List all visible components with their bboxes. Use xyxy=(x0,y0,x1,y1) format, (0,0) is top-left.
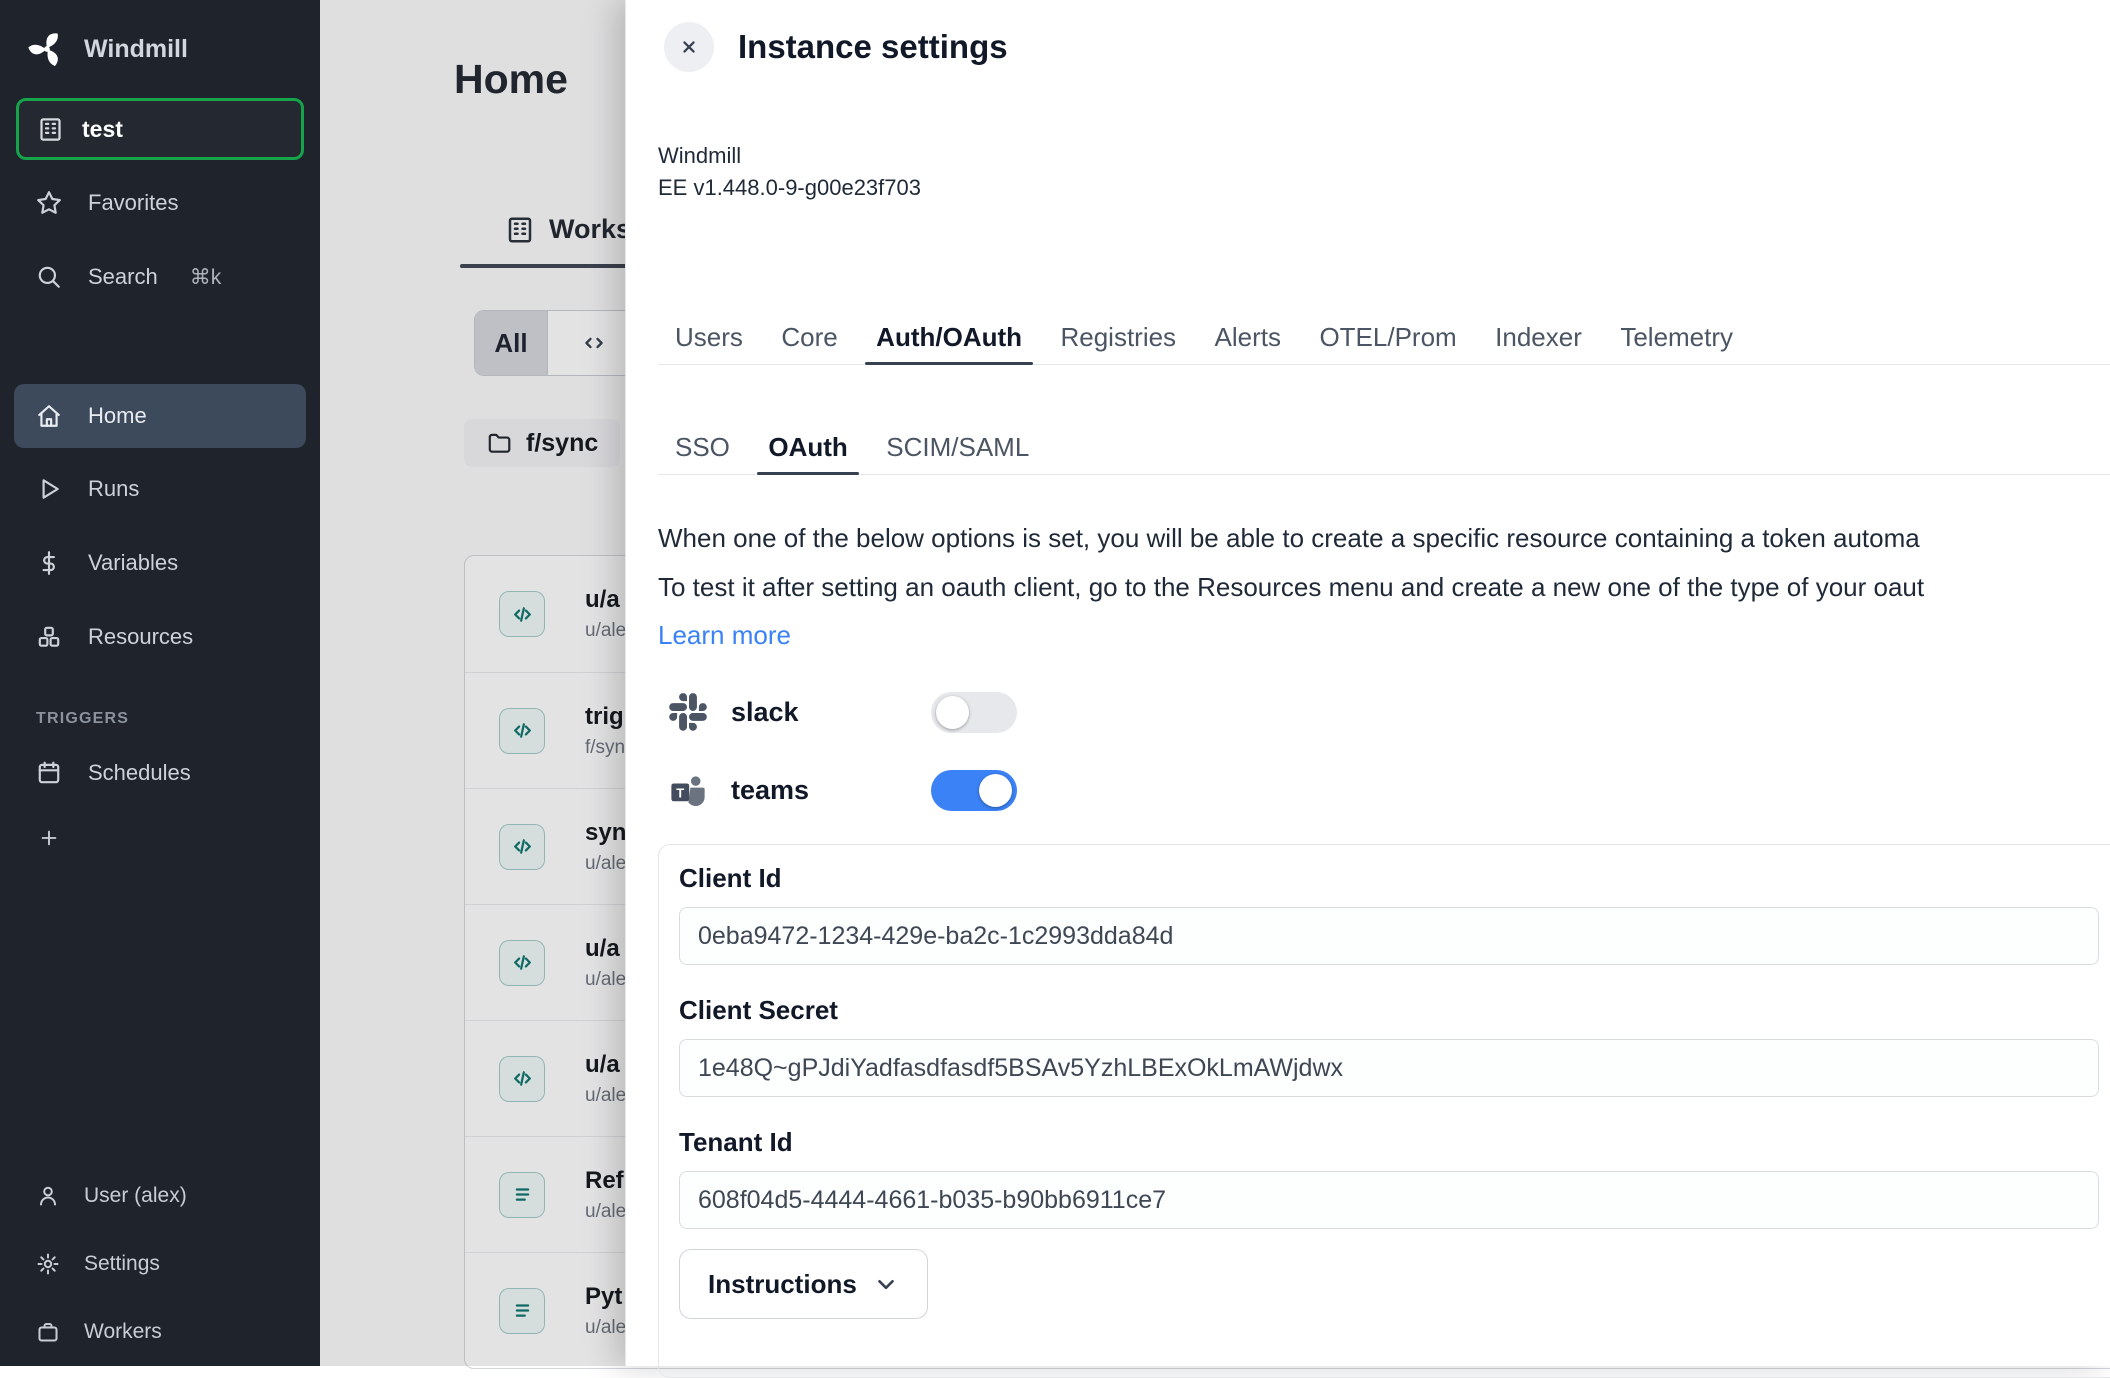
sidebar-item-variables[interactable]: Variables xyxy=(0,526,320,600)
version-block: Windmill EE v1.448.0-9-g00e23f703 xyxy=(658,140,921,204)
tab-indexer[interactable]: Indexer xyxy=(1478,322,1599,364)
subtab-sso[interactable]: SSO xyxy=(658,432,747,474)
provider-name: teams xyxy=(731,775,931,806)
chevron-down-icon xyxy=(873,1271,899,1297)
triggers-section-label: TRIGGERS xyxy=(36,710,320,728)
sidebar-item-label: Settings xyxy=(84,1252,160,1276)
calendar-icon xyxy=(36,760,62,786)
version-string: EE v1.448.0-9-g00e23f703 xyxy=(658,172,921,204)
learn-more-link[interactable]: Learn more xyxy=(658,620,791,651)
sidebar-item-label: User (alex) xyxy=(84,1184,187,1208)
play-icon xyxy=(36,476,62,502)
search-icon xyxy=(36,264,62,290)
svg-text:T: T xyxy=(676,786,684,801)
client-id-input[interactable] xyxy=(679,907,2099,965)
workspace-name: test xyxy=(82,116,123,143)
sidebar-item-search[interactable]: Search ⌘k xyxy=(0,240,320,314)
description-line-1: When one of the below options is set, yo… xyxy=(658,514,1924,563)
oauth-description: When one of the below options is set, yo… xyxy=(658,514,1924,612)
boxes-icon xyxy=(36,624,62,650)
gear-icon xyxy=(36,1252,60,1276)
slack-toggle[interactable] xyxy=(931,692,1017,733)
plus-icon xyxy=(38,827,60,849)
client-id-label: Client Id xyxy=(679,863,2110,893)
instance-settings-drawer: Instance settings Windmill EE v1.448.0-9… xyxy=(625,0,2110,1366)
sidebar-item-favorites[interactable]: Favorites xyxy=(0,166,320,240)
sidebar-item-label: Home xyxy=(88,403,147,429)
sidebar-item-label: Favorites xyxy=(88,190,178,216)
sidebar-item-workers[interactable]: Workers xyxy=(0,1298,320,1366)
building-icon xyxy=(37,116,64,143)
star-icon xyxy=(36,190,62,216)
subtab-oauth[interactable]: OAuth xyxy=(751,432,864,474)
sidebar-item-label: Variables xyxy=(88,550,178,576)
sidebar-item-home[interactable]: Home xyxy=(14,384,306,448)
sidebar: Windmill test Favorites Search ⌘k Home xyxy=(0,0,320,1366)
brand-name: Windmill xyxy=(84,35,188,64)
user-icon xyxy=(36,1184,60,1208)
sidebar-item-resources[interactable]: Resources xyxy=(0,600,320,674)
workspace-selector[interactable]: test xyxy=(16,98,304,160)
home-icon xyxy=(36,403,62,429)
sidebar-item-settings[interactable]: Settings xyxy=(0,1230,320,1298)
sidebar-item-label: Workers xyxy=(84,1320,162,1344)
sidebar-item-user[interactable]: User (alex) xyxy=(0,1162,320,1230)
teams-icon: T xyxy=(669,771,707,809)
tab-users[interactable]: Users xyxy=(658,322,760,364)
description-line-2: To test it after setting an oauth client… xyxy=(658,563,1924,612)
instructions-button[interactable]: Instructions xyxy=(679,1249,928,1319)
sidebar-item-runs[interactable]: Runs xyxy=(0,452,320,526)
auth-subtab-bar: SSO OAuth SCIM/SAML xyxy=(658,432,2110,475)
sidebar-item-label: Search xyxy=(88,264,158,290)
instructions-label: Instructions xyxy=(708,1269,857,1300)
subtab-scim-saml[interactable]: SCIM/SAML xyxy=(869,432,1046,474)
teams-oauth-form: Client Id Client Secret Tenant Id Instru… xyxy=(658,844,2110,1378)
sidebar-item-label: Runs xyxy=(88,476,139,502)
teams-toggle[interactable] xyxy=(931,770,1017,811)
tenant-id-input[interactable] xyxy=(679,1171,2099,1229)
app-name: Windmill xyxy=(658,140,921,172)
drawer-title: Instance settings xyxy=(738,22,1008,72)
briefcase-icon xyxy=(36,1320,60,1344)
tab-auth-oauth[interactable]: Auth/OAuth xyxy=(859,322,1039,364)
settings-tab-bar: Users Core Auth/OAuth Registries Alerts … xyxy=(658,322,2110,365)
tab-otel-prom[interactable]: OTEL/Prom xyxy=(1302,322,1473,364)
sidebar-item-label: Schedules xyxy=(88,760,191,786)
windmill-logo-icon xyxy=(28,30,66,68)
provider-name: slack xyxy=(731,697,931,728)
client-secret-input[interactable] xyxy=(679,1039,2099,1097)
slack-icon xyxy=(669,693,707,731)
tab-alerts[interactable]: Alerts xyxy=(1198,322,1298,364)
tab-registries[interactable]: Registries xyxy=(1043,322,1193,364)
provider-row-slack: slack xyxy=(669,688,1017,736)
tab-telemetry[interactable]: Telemetry xyxy=(1603,322,1750,364)
search-shortcut: ⌘k xyxy=(190,265,222,290)
client-secret-label: Client Secret xyxy=(679,995,2110,1025)
tenant-id-label: Tenant Id xyxy=(679,1127,2110,1157)
provider-row-teams: T teams xyxy=(669,766,1017,814)
dollar-icon xyxy=(36,550,62,576)
sidebar-item-label: Resources xyxy=(88,624,193,650)
tab-core[interactable]: Core xyxy=(764,322,854,364)
brand: Windmill xyxy=(0,0,320,78)
sidebar-item-schedules[interactable]: Schedules xyxy=(0,736,320,810)
close-icon xyxy=(678,36,700,58)
add-trigger-button[interactable] xyxy=(0,810,320,866)
close-button[interactable] xyxy=(664,22,714,72)
